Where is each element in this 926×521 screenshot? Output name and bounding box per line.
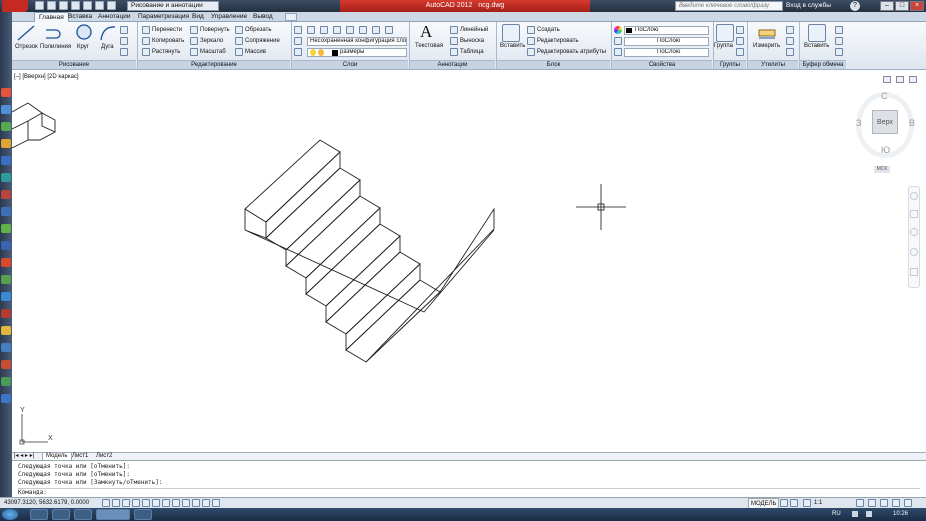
language-indicator[interactable]: RU [832, 508, 841, 521]
staircase-drawing[interactable] [0, 0, 926, 521]
osnap-toggle-icon[interactable] [142, 499, 150, 507]
tab-layout1[interactable]: Лист1 [72, 453, 88, 460]
command-history-line: Следующая точка или [оТменить]: [18, 471, 130, 478]
snap-toggle-icon[interactable] [102, 499, 110, 507]
ucs-y-label: Y [20, 407, 25, 414]
annotation-scale-icon[interactable] [803, 499, 811, 507]
start-button[interactable] [2, 509, 18, 520]
clock[interactable]: 10:26 [893, 508, 908, 521]
lweight-toggle-icon[interactable] [182, 499, 190, 507]
viewcube-west[interactable]: З [856, 118, 861, 128]
layout-switch-icon[interactable] [780, 499, 788, 507]
clean-screen-icon[interactable] [904, 499, 912, 507]
windows-taskbar: RU 10:26 [0, 508, 926, 521]
grid-toggle-icon[interactable] [112, 499, 120, 507]
network-icon[interactable] [866, 511, 872, 517]
viewcube-south[interactable]: Ю [881, 145, 890, 155]
otrack-toggle-icon[interactable] [152, 499, 160, 507]
crosshair-cursor [576, 184, 626, 230]
volume-icon[interactable] [852, 511, 858, 517]
steering-wheel-icon[interactable] [910, 192, 918, 200]
command-prompt[interactable]: Команда: [18, 488, 920, 497]
command-history-line: Следующая точка или [оТменить]: [18, 463, 130, 470]
isolate-objects-icon[interactable] [892, 499, 900, 507]
taskbar-app-chrome[interactable] [52, 509, 70, 520]
hardware-acceleration-icon[interactable] [880, 499, 888, 507]
workspace-switch-icon[interactable] [856, 499, 864, 507]
ducs-toggle-icon[interactable] [162, 499, 170, 507]
taskbar-app-browser[interactable] [134, 509, 152, 520]
viewcube-east[interactable]: В [909, 118, 915, 128]
taskbar-app-autocad[interactable] [96, 509, 130, 520]
zoom-icon[interactable] [910, 228, 918, 236]
tab-nav-first-icon[interactable]: |◂ ◂ ▸ ▸| [14, 453, 34, 460]
layout-switch-icon[interactable] [790, 499, 798, 507]
tab-layout2[interactable]: Лист2 [96, 453, 112, 460]
viewcube-north[interactable]: С [881, 91, 888, 101]
showmotion-icon[interactable] [910, 268, 918, 276]
ortho-toggle-icon[interactable] [122, 499, 130, 507]
ucs-menu-button[interactable]: МСК [874, 166, 890, 173]
transparency-toggle-icon[interactable] [192, 499, 200, 507]
command-line[interactable]: Следующая точка или [оТменить]: Следующа… [12, 460, 926, 497]
lock-icon[interactable] [868, 499, 876, 507]
command-history-line: Следующая точка или [Замкнуть/оТменить]: [18, 479, 163, 486]
taskbar-app-explorer[interactable] [30, 509, 48, 520]
orbit-icon[interactable] [910, 248, 918, 256]
polar-toggle-icon[interactable] [132, 499, 140, 507]
ucs-x-label: X [48, 435, 53, 442]
status-bar: 43097.3120, 5632.6179, 0.0000 МОДЕЛЬ 1:1 [0, 497, 926, 511]
dyn-toggle-icon[interactable] [172, 499, 180, 507]
sc-toggle-icon[interactable] [212, 499, 220, 507]
pan-icon[interactable] [910, 210, 918, 218]
viewcube-top-face[interactable]: Верх [872, 110, 898, 134]
layout-tabs-bar: |◂ ◂ ▸ ▸| Модель Лист1 Лист2 [12, 452, 926, 461]
qp-toggle-icon[interactable] [202, 499, 210, 507]
taskbar-app-word[interactable] [74, 509, 92, 520]
